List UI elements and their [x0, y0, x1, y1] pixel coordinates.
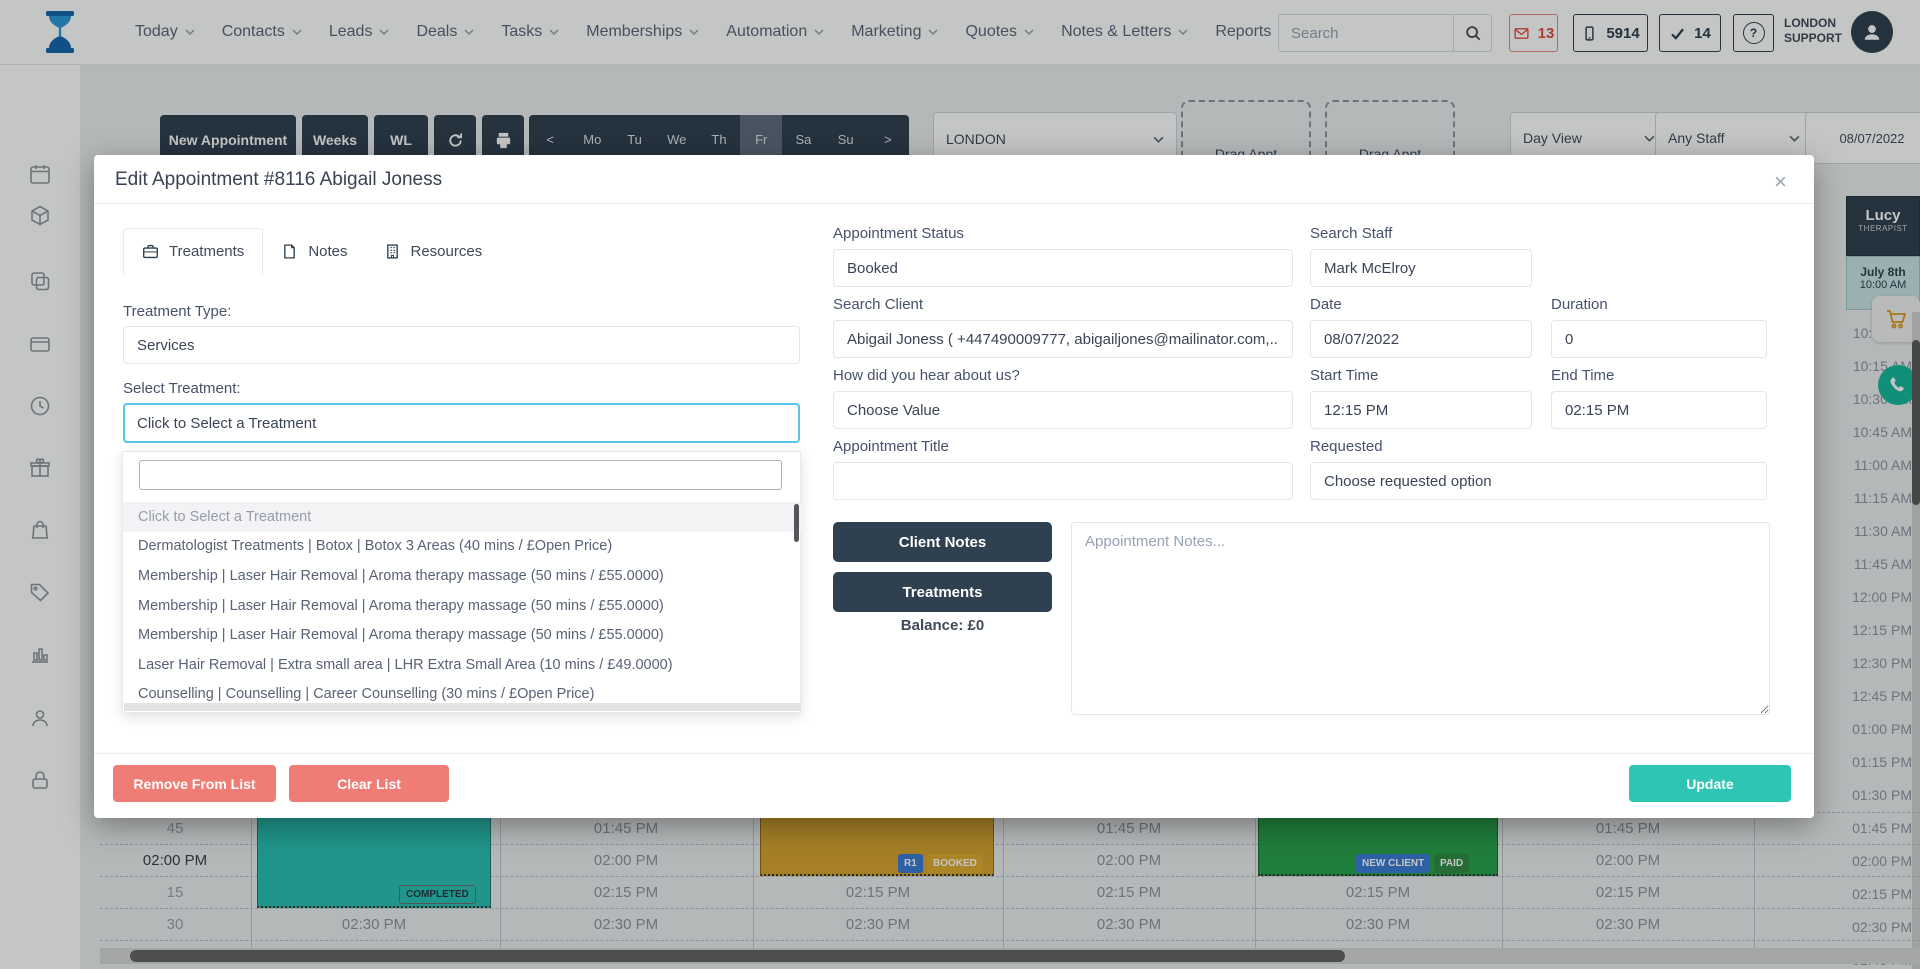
treatment-option[interactable]: Laser Hair Removal | Extra small area | …: [123, 650, 802, 680]
appointment-notes-textarea[interactable]: [1071, 522, 1770, 715]
briefcase-icon: [142, 243, 159, 260]
appointment-status-label: Appointment Status: [833, 225, 964, 242]
tab-resources[interactable]: Resources: [366, 228, 501, 274]
treatment-option[interactable]: Membership | Laser Hair Removal | Aroma …: [123, 561, 802, 591]
dropdown-scrollbar-thumb[interactable]: [794, 504, 799, 542]
duration-input[interactable]: [1551, 320, 1767, 358]
treatments-button[interactable]: Treatments: [833, 572, 1052, 612]
duration-label: Duration: [1551, 296, 1608, 313]
client-notes-button[interactable]: Client Notes: [833, 522, 1052, 562]
select-treatment-select[interactable]: Click to Select a Treatment: [123, 403, 800, 443]
close-icon[interactable]: ×: [1774, 169, 1787, 195]
search-client-input[interactable]: [833, 320, 1293, 358]
select-treatment-label: Select Treatment:: [123, 380, 241, 397]
search-staff-input[interactable]: [1310, 249, 1532, 287]
tab-treatments[interactable]: Treatments: [123, 228, 263, 274]
start-time-input[interactable]: [1310, 391, 1532, 429]
treatment-type-select[interactable]: Services: [123, 326, 800, 364]
search-staff-label: Search Staff: [1310, 225, 1392, 242]
end-time-input[interactable]: [1551, 391, 1767, 429]
hear-about-label: How did you hear about us?: [833, 367, 1020, 384]
note-icon: [281, 243, 298, 260]
appointment-title-label: Appointment Title: [833, 438, 949, 455]
treatment-option[interactable]: Membership | Laser Hair Removal | Aroma …: [123, 620, 802, 650]
treatment-option[interactable]: Click to Select a Treatment: [123, 502, 802, 532]
dropdown-bottom-scrollbar[interactable]: [124, 703, 801, 711]
update-button[interactable]: Update: [1629, 765, 1791, 802]
modal-title: Edit Appointment #8116 Abigail Joness: [115, 169, 442, 191]
treatment-dropdown: Click to Select a Treatment Dermatologis…: [122, 451, 801, 713]
tab-label: Resources: [411, 243, 483, 260]
tab-label: Treatments: [169, 243, 244, 260]
tab-label: Notes: [308, 243, 347, 260]
requested-label: Requested: [1310, 438, 1383, 455]
hear-about-select[interactable]: [833, 391, 1293, 429]
app-root: Today Contacts Leads Deals Tasks Members…: [0, 0, 1920, 969]
requested-select[interactable]: [1310, 462, 1767, 500]
divider: [94, 203, 1814, 204]
remove-from-list-button[interactable]: Remove From List: [113, 765, 276, 802]
appointment-title-input[interactable]: [833, 462, 1293, 500]
treatment-option[interactable]: Dermatologist Treatments | Botox | Botox…: [123, 532, 802, 562]
modal-tabs: Treatments Notes Resources: [123, 228, 500, 274]
tab-notes[interactable]: Notes: [263, 228, 365, 274]
select-treatment-value: Click to Select a Treatment: [137, 415, 316, 432]
treatment-type-value: Services: [137, 337, 195, 354]
balance-text: Balance: £0: [833, 617, 1052, 634]
date-label: Date: [1310, 296, 1342, 313]
divider: [94, 753, 1814, 754]
end-time-label: End Time: [1551, 367, 1614, 384]
treatment-option[interactable]: Membership | Laser Hair Removal | Aroma …: [123, 591, 802, 621]
treatment-dropdown-search-input[interactable]: [139, 460, 782, 490]
date-input[interactable]: [1310, 320, 1532, 358]
start-time-label: Start Time: [1310, 367, 1378, 384]
building-icon: [384, 243, 401, 260]
treatment-option-list: Click to Select a Treatment Dermatologis…: [123, 502, 802, 709]
clear-list-button[interactable]: Clear List: [289, 765, 449, 802]
appointment-status-select[interactable]: [833, 249, 1293, 287]
treatment-type-label: Treatment Type:: [123, 303, 231, 320]
edit-appointment-modal: Edit Appointment #8116 Abigail Joness × …: [94, 155, 1814, 818]
search-client-label: Search Client: [833, 296, 923, 313]
